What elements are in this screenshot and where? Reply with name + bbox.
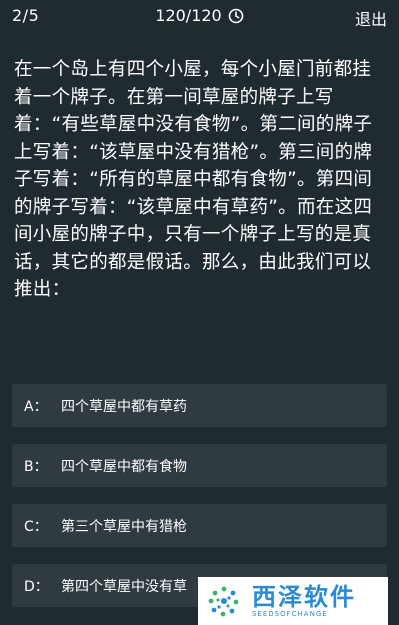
exit-button[interactable]: 退出: [355, 6, 387, 30]
option-text: 第四个草屋中没有草: [61, 578, 187, 595]
option-b[interactable]: B： 四个草屋中都有食物: [12, 444, 387, 487]
timer: 120/120: [0, 6, 399, 25]
option-c[interactable]: C： 第三个草屋中有猎枪: [12, 504, 387, 547]
option-letter: A：: [24, 398, 48, 415]
watermark-subtitle: SEEDSOFCHANGE: [252, 609, 328, 618]
clock-icon: [228, 8, 244, 23]
option-text: 四个草屋中都有食物: [61, 458, 187, 475]
watermark-logo-icon: [208, 586, 239, 617]
option-letter: D：: [24, 578, 49, 595]
watermark-title: 西泽软件: [252, 582, 356, 611]
watermark: 西泽软件 SEEDSOFCHANGE: [198, 577, 388, 625]
option-letter: C：: [24, 518, 48, 535]
watermark-text: 西泽软件 SEEDSOFCHANGE: [252, 584, 356, 619]
option-a[interactable]: A： 四个草屋中都有草药: [12, 384, 387, 427]
timer-value: 120/120: [155, 6, 222, 25]
top-bar: 2/5 120/120 退出: [0, 0, 399, 34]
option-text: 第三个草屋中有猎枪: [61, 518, 187, 535]
question-text: 在一个岛上有四个小屋，每个小屋门前都挂着一个牌子。在第一间草屋的牌子上写着：“有…: [14, 59, 373, 300]
option-letter: B：: [24, 458, 48, 475]
option-text: 四个草屋中都有草药: [61, 398, 187, 415]
